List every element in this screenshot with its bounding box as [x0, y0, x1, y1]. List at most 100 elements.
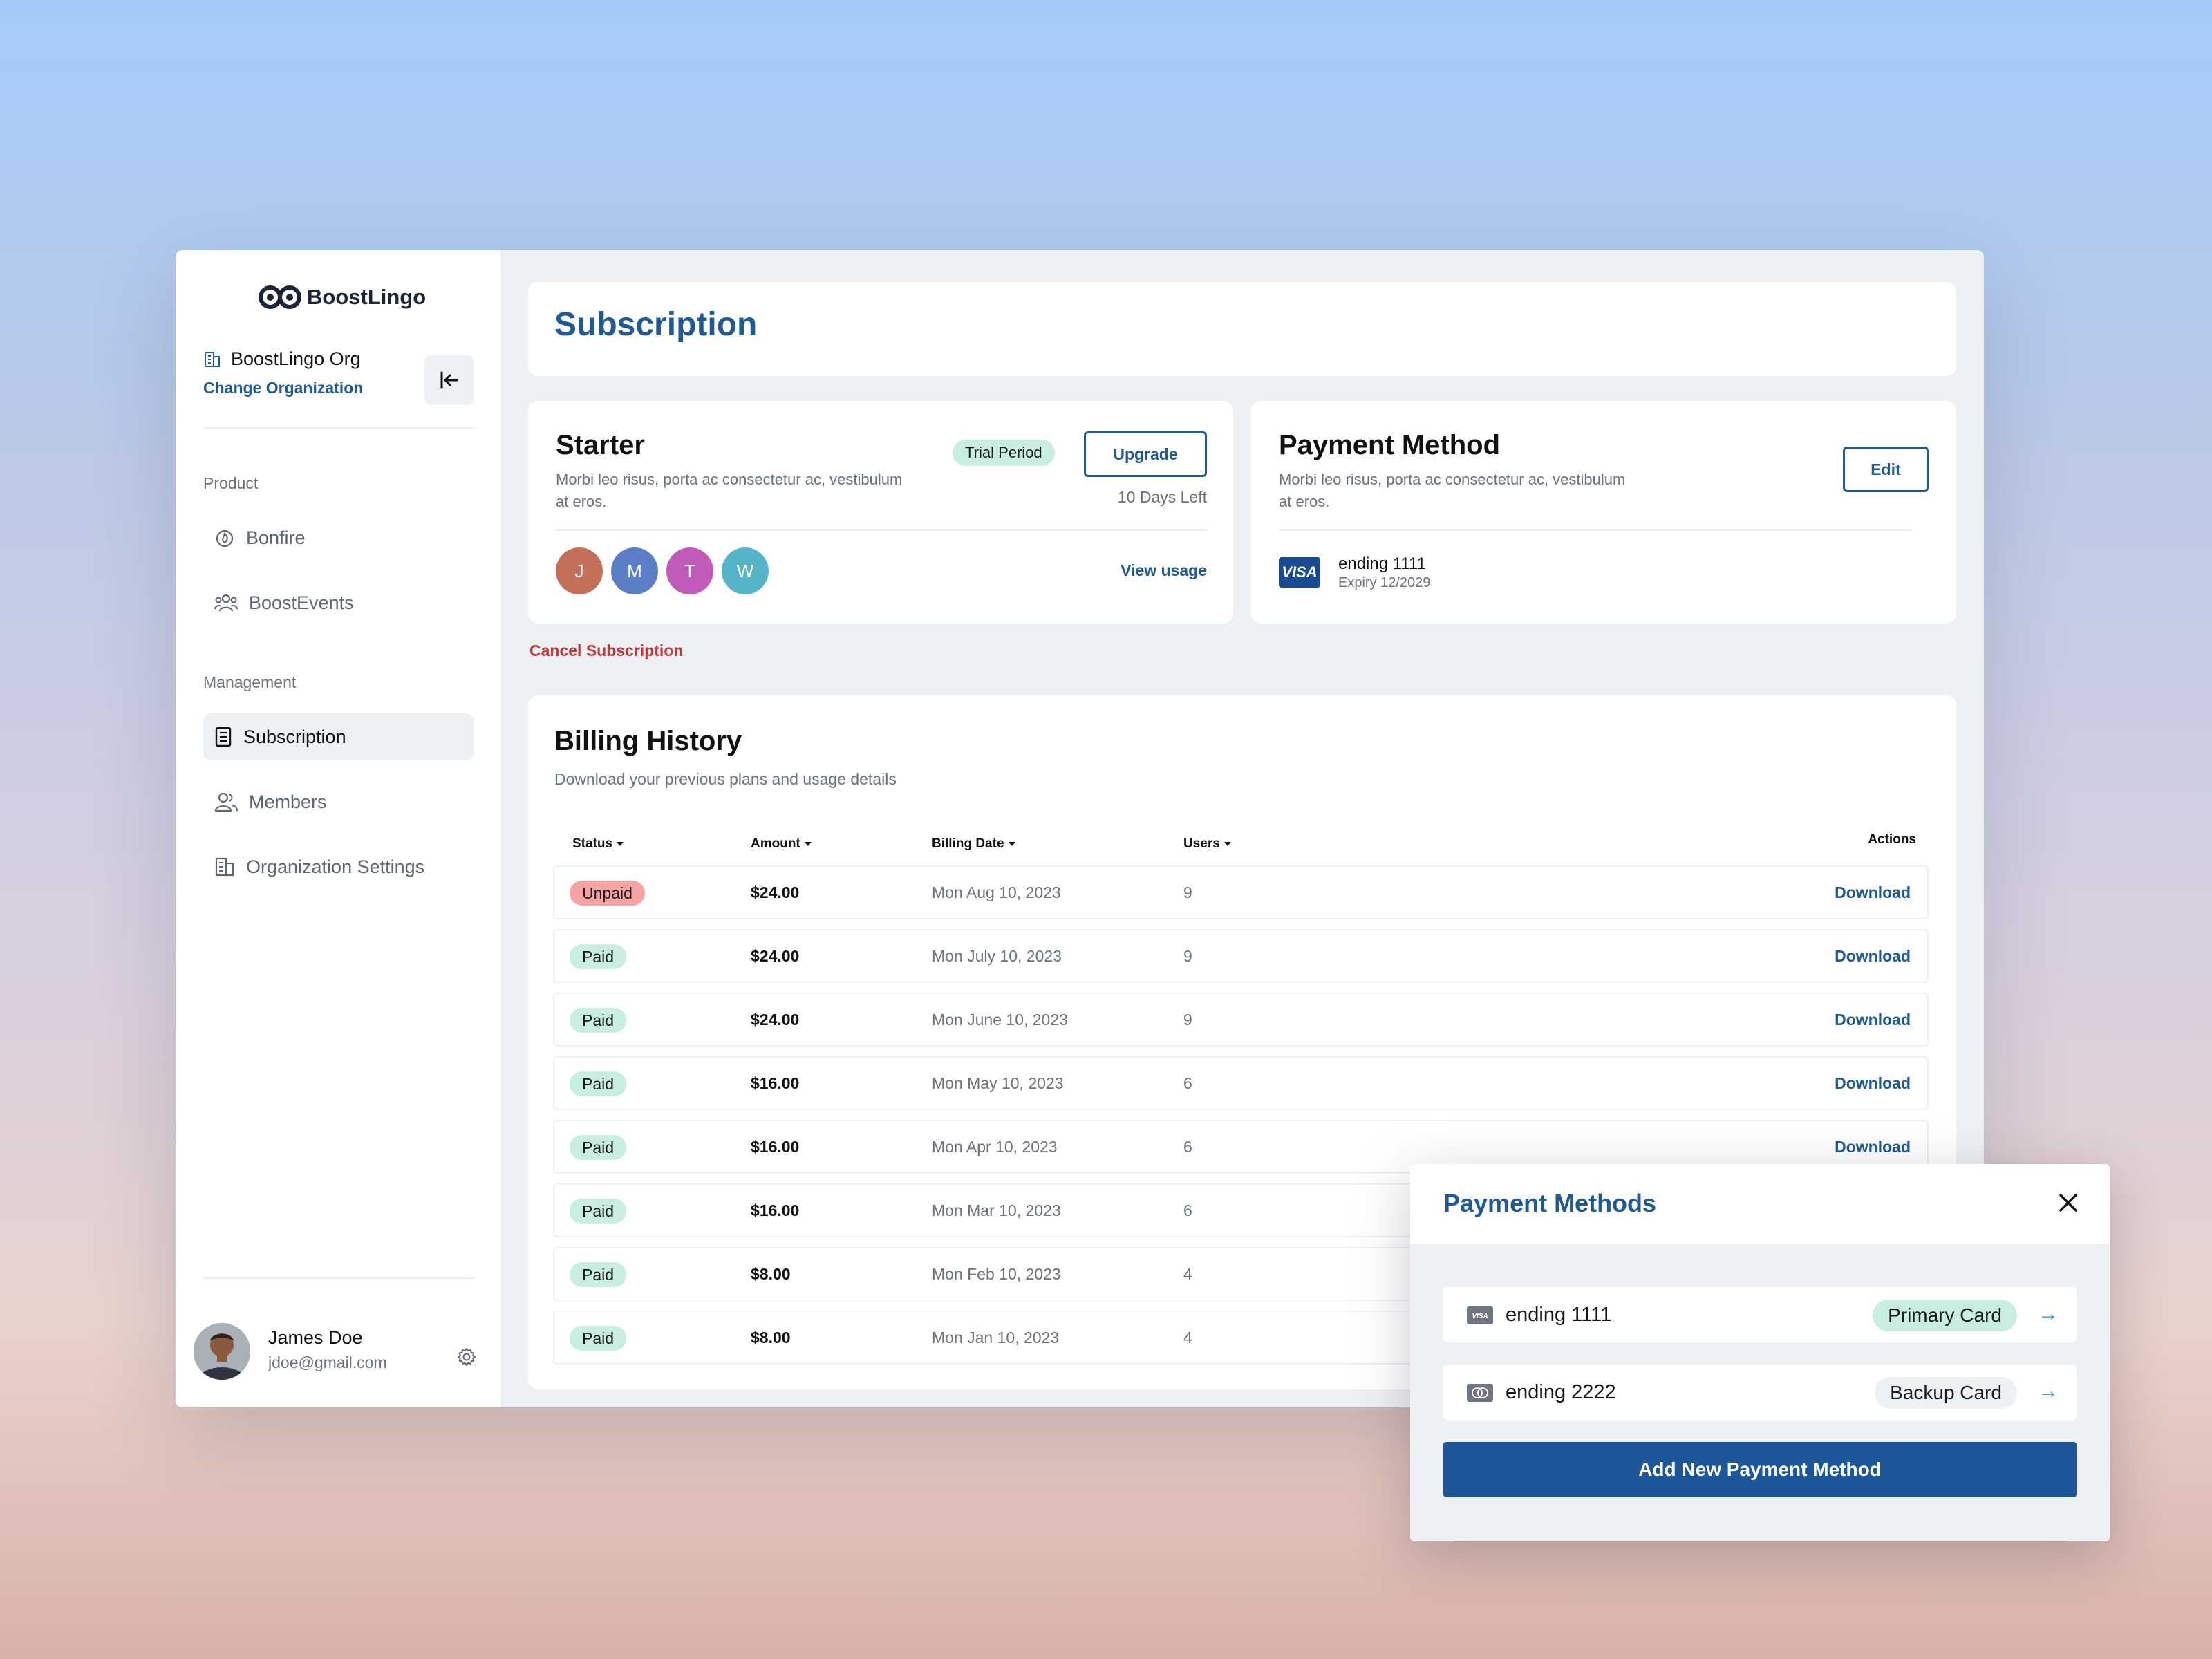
- sort-caret-icon: [1008, 842, 1015, 846]
- column-header-billing-date[interactable]: Billing Date: [932, 836, 1015, 852]
- member-avatar[interactable]: M: [611, 547, 658, 594]
- amount-cell: $24.00: [751, 883, 800, 901]
- download-link[interactable]: Download: [1835, 1074, 1911, 1093]
- mastercard-icon: [1467, 1384, 1493, 1402]
- modal-header: Payment Methods: [1410, 1164, 2110, 1244]
- download-link[interactable]: Download: [1835, 947, 1911, 966]
- svg-text:VISA: VISA: [1472, 1313, 1488, 1320]
- plan-description: Morbi leo risus, porta ac consectetur ac…: [556, 471, 903, 510]
- plan-title: Starter: [556, 430, 645, 460]
- sidebar-item-organization-settings[interactable]: Organization Settings: [203, 843, 474, 890]
- column-header-amount[interactable]: Amount: [751, 836, 812, 852]
- brand-name: BoostLingo: [307, 285, 427, 309]
- member-avatar[interactable]: J: [556, 547, 603, 594]
- users-cell: 4: [1183, 1265, 1192, 1283]
- users-cell: 6: [1183, 1138, 1192, 1156]
- sidebar-item-label: Organization Settings: [246, 856, 425, 877]
- sort-caret-icon: [617, 842, 624, 846]
- boostlingo-logo-icon: [259, 285, 301, 309]
- brand-logo[interactable]: BoostLingo: [259, 285, 426, 310]
- sidebar-item-subscription[interactable]: Subscription: [203, 713, 474, 760]
- amount-cell: $8.00: [751, 1329, 791, 1347]
- user-profile[interactable]: James Doe jdoe@gmail.com: [194, 1320, 484, 1382]
- users-cell: 9: [1183, 883, 1192, 901]
- download-link[interactable]: Download: [1835, 883, 1911, 902]
- status-badge: Paid: [570, 1008, 627, 1033]
- user-name: James Doe: [268, 1327, 363, 1348]
- amount-cell: $16.00: [751, 1138, 800, 1156]
- organization-name-text: BoostLingo Org: [231, 348, 361, 369]
- avatar: [194, 1323, 250, 1380]
- collapse-arrow-icon: [440, 371, 458, 389]
- sidebar-item-bonfire[interactable]: Bonfire: [203, 514, 474, 561]
- download-link[interactable]: Download: [1835, 1011, 1911, 1029]
- table-row: Paid $24.00 Mon July 10, 2023 9 Download: [553, 929, 1929, 983]
- organization-switcher: BoostLingo Org Change Organization: [203, 348, 474, 418]
- column-header-status[interactable]: Status: [572, 836, 624, 852]
- users-cell: 9: [1183, 1011, 1192, 1029]
- member-avatar[interactable]: W: [722, 547, 769, 594]
- upgrade-button[interactable]: Upgrade: [1084, 431, 1207, 477]
- arrow-right-icon[interactable]: →: [2038, 1380, 2059, 1403]
- date-cell: Mon June 10, 2023: [932, 1011, 1068, 1029]
- user-email: jdoe@gmail.com: [268, 1353, 387, 1371]
- status-badge: Paid: [570, 1071, 627, 1096]
- users-cell: 4: [1183, 1329, 1192, 1347]
- table-row: Paid $24.00 Mon June 10, 2023 9 Download: [553, 993, 1929, 1047]
- sidebar-item-members[interactable]: Members: [203, 778, 474, 825]
- trial-period-badge: Trial Period: [953, 440, 1055, 466]
- page-header: Subscription: [528, 282, 1956, 376]
- visa-card-icon: VISA: [1279, 557, 1320, 588]
- visa-card-icon: VISA: [1467, 1306, 1493, 1324]
- payment-method-item[interactable]: ending 2222 Backup Card →: [1443, 1365, 2077, 1420]
- payment-method-label: ending 1111: [1506, 1304, 1612, 1326]
- cancel-subscription-link[interactable]: Cancel Subscription: [529, 641, 683, 660]
- collapse-sidebar-button[interactable]: [424, 355, 474, 405]
- date-cell: Mon Aug 10, 2023: [932, 883, 1061, 901]
- status-badge: Paid: [570, 1326, 627, 1351]
- sidebar-divider: [203, 1277, 474, 1279]
- payment-method-label: ending 2222: [1506, 1381, 1616, 1403]
- sidebar-item-label: BoostEvents: [249, 592, 354, 613]
- sidebar-item-boostevents[interactable]: BoostEvents: [203, 579, 474, 626]
- add-payment-method-button[interactable]: Add New Payment Method: [1443, 1442, 2077, 1497]
- amount-cell: $8.00: [751, 1265, 791, 1283]
- card-expiry: Expiry 12/2029: [1338, 575, 1431, 590]
- change-organization-link[interactable]: Change Organization: [203, 379, 363, 397]
- building-icon: [215, 857, 234, 877]
- close-icon[interactable]: [2054, 1189, 2082, 1217]
- date-cell: Mon Feb 10, 2023: [932, 1265, 1061, 1283]
- date-cell: Mon Mar 10, 2023: [932, 1201, 1061, 1219]
- group-icon: [214, 594, 238, 612]
- flame-icon: [216, 529, 234, 547]
- plan-divider: [556, 529, 1207, 531]
- users-cell: 9: [1183, 947, 1192, 965]
- backup-card-badge: Backup Card: [1875, 1377, 2017, 1409]
- page-title: Subscription: [554, 306, 758, 343]
- sort-caret-icon: [1224, 842, 1231, 846]
- gear-icon[interactable]: [456, 1347, 477, 1367]
- sidebar-divider: [203, 427, 474, 429]
- view-usage-link[interactable]: View usage: [1121, 561, 1207, 580]
- amount-cell: $24.00: [751, 947, 800, 965]
- sidebar: BoostLingo BoostLingo Org Change Organiz…: [176, 250, 502, 1407]
- sidebar-item-label: Members: [249, 791, 327, 812]
- users-cell: 6: [1183, 1074, 1192, 1092]
- status-badge: Paid: [570, 944, 627, 969]
- download-link[interactable]: Download: [1835, 1138, 1911, 1156]
- member-avatar[interactable]: T: [666, 547, 713, 594]
- amount-cell: $24.00: [751, 1011, 800, 1029]
- users-icon: [214, 792, 238, 812]
- column-header-users[interactable]: Users: [1183, 836, 1231, 852]
- sidebar-item-label: Bonfire: [246, 527, 306, 548]
- primary-card-badge: Primary Card: [1873, 1300, 2017, 1331]
- table-row: Unpaid $24.00 Mon Aug 10, 2023 9 Downloa…: [553, 865, 1929, 919]
- edit-payment-button[interactable]: Edit: [1843, 447, 1929, 492]
- organization-name: BoostLingo Org: [203, 348, 361, 370]
- users-cell: 6: [1183, 1201, 1192, 1219]
- date-cell: Mon July 10, 2023: [932, 947, 1062, 965]
- days-left-text: 10 Days Left: [1117, 488, 1207, 506]
- arrow-right-icon[interactable]: →: [2038, 1302, 2059, 1326]
- payment-method-item[interactable]: VISA ending 1111 Primary Card →: [1443, 1287, 2077, 1342]
- date-cell: Mon Jan 10, 2023: [932, 1329, 1060, 1347]
